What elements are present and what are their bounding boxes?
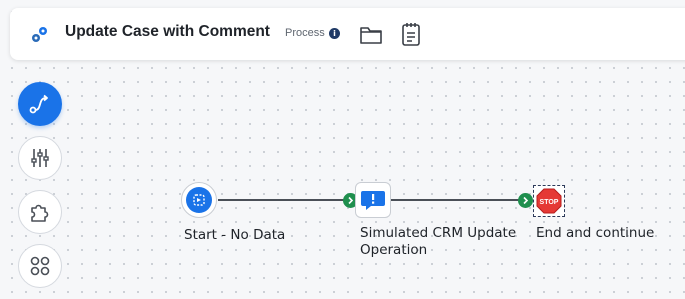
start-node-badge [186,187,212,213]
alert-chat-icon [361,191,385,210]
connector-line[interactable] [218,199,348,201]
start-icon [193,194,205,206]
operation-node-label-line2: Operation [360,242,428,258]
chevron-right-icon[interactable] [518,193,533,208]
stop-sign-text: STOP [540,199,559,206]
stop-sign-icon: STOP [536,188,562,214]
end-node[interactable]: STOP [533,185,565,217]
connector-line[interactable] [389,199,521,201]
operation-node-label-line1: Simulated CRM Update [360,225,517,241]
flow-canvas[interactable]: Start - No Data Simulated CRM Update Ope… [0,0,685,299]
start-node[interactable] [181,182,217,218]
end-node-label: End and continue [536,225,655,241]
operation-node[interactable] [355,182,391,218]
start-node-label: Start - No Data [184,227,286,243]
